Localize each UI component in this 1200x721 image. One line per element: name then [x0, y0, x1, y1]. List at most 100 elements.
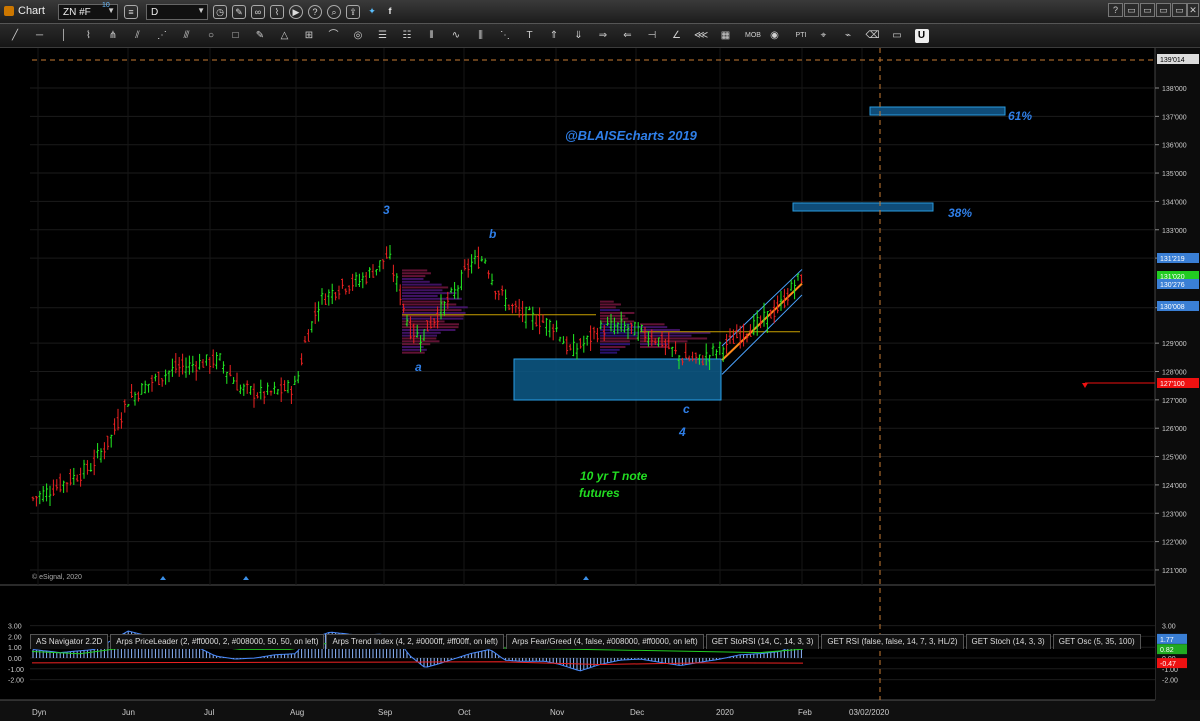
date-axis-label: Jul [204, 708, 214, 717]
close-window-button[interactable]: ✕ [1187, 3, 1199, 17]
ellipse-tool[interactable]: ○ [204, 29, 218, 43]
maximize-window-button[interactable]: ▭ [1172, 3, 1187, 17]
speed-lines-tool[interactable]: ⋱ [498, 29, 512, 43]
line-tool[interactable]: ╱ [8, 29, 22, 43]
eraser-tool[interactable]: ⌫ [866, 29, 880, 43]
volume-profile-bar [402, 309, 462, 312]
fibonacci-tool[interactable]: ⫽ [131, 29, 145, 43]
spiral-tool[interactable]: ◎ [351, 29, 365, 43]
esignal-logo-icon [4, 6, 14, 16]
layout2-window-button[interactable]: ▭ [1140, 3, 1155, 17]
price-axis-label: 123'000 [1162, 511, 1187, 518]
indicator-axis-label-right: -2.00 [1162, 678, 1178, 685]
gann-tool[interactable]: ⊞ [302, 29, 316, 43]
pitchfork-tool[interactable]: ⋔ [106, 29, 120, 43]
price-axis-label: 136'000 [1162, 143, 1187, 150]
volume-profile-bar [402, 300, 445, 303]
play-icon[interactable]: ▶ [289, 5, 303, 19]
price-marker-tool[interactable]: ⊣ [645, 29, 659, 43]
vertical-line-tool[interactable]: │ [57, 29, 71, 43]
date-axis-label: Feb [798, 708, 812, 717]
minimize-window-button[interactable]: ▭ [1156, 3, 1171, 17]
price-tag-4: 130'008 [1160, 304, 1185, 311]
share-icon[interactable]: ⇪ [346, 5, 360, 19]
measure-tool[interactable]: ⌖ [817, 29, 831, 43]
arrow-right-tool[interactable]: ⇒ [596, 29, 610, 43]
fan-tool[interactable]: ⋰ [155, 29, 169, 43]
chevron-tool[interactable]: ⋘ [694, 29, 708, 43]
magnet-tool[interactable]: U [914, 29, 929, 43]
eye-tool[interactable]: ◉ [768, 29, 782, 43]
study-tab[interactable]: GET RSI (false, false, 14, 7, 3, HL/2) [821, 634, 964, 649]
arrow-down-tool[interactable]: ⇓ [572, 29, 586, 43]
edit-icon[interactable]: ✎ [232, 5, 246, 19]
brush-tool[interactable]: ✎ [253, 29, 267, 43]
arc-tool[interactable]: ⌒ [327, 29, 341, 43]
layout1-window-button[interactable]: ▭ [1124, 3, 1139, 17]
price-chart[interactable]: 3.003.002.002.001.001.000.000.00-1.00-1.… [0, 48, 1200, 721]
help-window-button[interactable]: ? [1108, 3, 1123, 17]
history-icon[interactable]: ◷ [213, 5, 227, 19]
study-tab[interactable]: Arps Trend Index (4, 2, #0000ff, #ff00ff… [326, 634, 504, 649]
link-icon[interactable]: ∞ [251, 5, 265, 19]
volume-profile-bar [600, 300, 614, 303]
indicator-tag-1: 1.77 [1160, 637, 1174, 644]
search-icon[interactable]: ⌕ [327, 5, 341, 19]
twitter-icon[interactable]: ✦ [365, 5, 379, 19]
trend-channel-tool[interactable]: ⫼ [474, 29, 488, 43]
chart-area[interactable]: 3.003.002.002.001.001.000.000.00-1.00-1.… [0, 48, 1200, 721]
price-axis-label: 133'000 [1162, 228, 1187, 235]
study-tab[interactable]: Arps Fear/Greed (4, false, #008000, #ff0… [505, 634, 704, 649]
text-tool[interactable]: T [523, 29, 537, 43]
volume-profile-bar [600, 309, 620, 312]
study-tab[interactable]: GET StoRSI (14, C, 14, 3, 3) [705, 634, 820, 649]
mob-tool[interactable]: MOB [743, 29, 763, 43]
horizontal-line-tool[interactable]: ─ [33, 29, 47, 43]
volume-profile-bar [402, 286, 449, 289]
regression-tool[interactable]: ⫻ [180, 29, 194, 43]
study-tab[interactable]: GET Osc (5, 35, 100) [1052, 634, 1141, 649]
sketch-tool[interactable]: ⌁ [841, 29, 855, 43]
rectangle-tool[interactable]: □ [229, 29, 243, 43]
drawing-toolbar: ╱ ─ │ ⌇ ⋔ ⫽ ⋰ ⫻ ○ □ ✎ △ ⊞ ⌒ ◎ ☰ ☷ ⫴ ∿ ⫼ ⋱ T ⇑ ⇓ ⇒ ⇐ ⊣ ∠ ⋘ ▦ MOB ◉ PTI ⌖ ⌁ ⌫… [0, 24, 1200, 48]
facebook-icon[interactable]: f [383, 5, 397, 19]
volume-profile-bar [402, 331, 441, 334]
date-axis-label: Sep [378, 708, 393, 717]
interval-input[interactable]: D ▼ [146, 4, 208, 20]
study-tab[interactable]: AS Navigator 2.2D [30, 634, 109, 649]
arrow-left-tool[interactable]: ⇐ [621, 29, 635, 43]
angle-tool[interactable]: ∠ [670, 29, 684, 43]
help-icon[interactable]: ? [308, 5, 322, 19]
chart-type-icon[interactable]: ⌇ [270, 5, 284, 19]
date-axis-label: Jun [122, 708, 135, 717]
volume-profile-bar [640, 345, 669, 348]
volume-profile-bar [402, 334, 437, 337]
grid-tool[interactable]: ▦ [719, 29, 733, 43]
study-tab[interactable]: GET Stoch (14, 3, 3) [965, 634, 1051, 649]
arrow-up-tool[interactable]: ⇑ [547, 29, 561, 43]
date-axis-label: Dec [630, 708, 644, 717]
study-tab[interactable]: Arps PriceLeader (2, #ff0000, 2, #008000… [110, 634, 325, 649]
indicator-axis-label-left: 0.00 [8, 656, 22, 663]
fib-extension-tool[interactable]: ☷ [400, 29, 414, 43]
triangle-tool[interactable]: △ [278, 29, 292, 43]
indicator-axis-label-right: 3.00 [1162, 624, 1176, 631]
volume-profile-bar [402, 343, 431, 346]
price-axis-label: 125'000 [1162, 455, 1187, 462]
volume-profile-bar [600, 331, 640, 334]
comment-tool[interactable]: ▭ [890, 29, 904, 43]
volume-profile-bar [600, 337, 639, 340]
price-axis-label: 135'000 [1162, 171, 1187, 178]
symbol-menu-icon[interactable]: ≡ [124, 5, 138, 19]
polyline-tool[interactable]: ⌇ [82, 29, 96, 43]
fib-retracement-tool[interactable]: ☰ [376, 29, 390, 43]
volume-profile-bar [402, 272, 431, 275]
volume-profile-bar [600, 343, 631, 346]
price-axis-label: 127'000 [1162, 398, 1187, 405]
cycle-lines-tool[interactable]: ⫴ [425, 29, 439, 43]
wave-tool[interactable]: ∿ [449, 29, 463, 43]
volume-profile-bar [402, 280, 430, 283]
volume-profile-bar [402, 277, 424, 280]
pattern-tool[interactable]: PTI [792, 29, 810, 43]
volume-profile-bar [640, 328, 680, 331]
